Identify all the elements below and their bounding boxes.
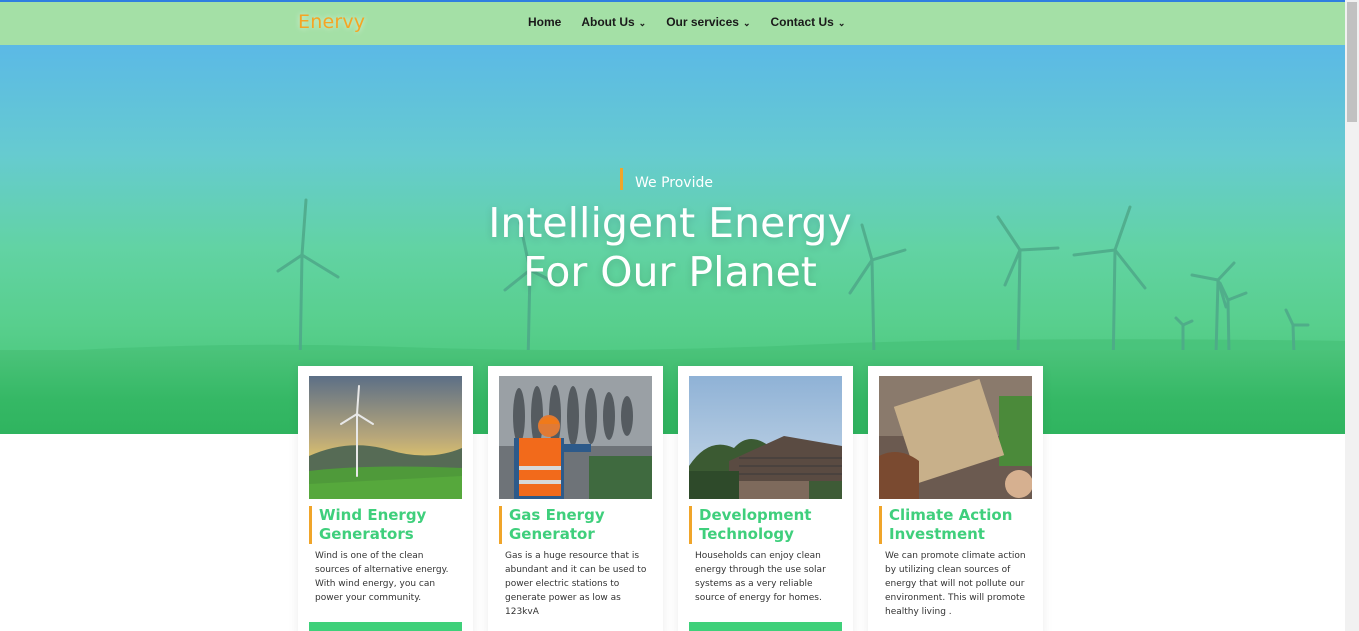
- wind-turbine-photo: [309, 376, 462, 499]
- chevron-down-icon: ⌄: [742, 17, 751, 28]
- card-description: Wind is one of the clean sources of alte…: [315, 551, 449, 603]
- hero-eyebrow: We Provide: [620, 168, 713, 191]
- card-title: Climate Action Investment: [879, 506, 1039, 544]
- card-title: Wind Energy Generators: [309, 506, 469, 544]
- service-card-wind: Wind Energy Generators Wind is one of th…: [298, 366, 473, 631]
- nav-item-label: Our services: [666, 15, 739, 29]
- card-description: We can promote climate action by utilizi…: [885, 551, 1026, 617]
- card-description: Gas is a huge resource that is abundant …: [505, 551, 647, 617]
- save-our-future-protest-photo: [879, 376, 1032, 499]
- nav-item-label: Contact Us: [770, 15, 834, 29]
- hero-headline-line-1: Intelligent Energy: [488, 199, 852, 247]
- chevron-down-icon: ⌄: [837, 17, 846, 28]
- page-scrollbar[interactable]: [1345, 0, 1359, 631]
- hero-headline-line-2: For Our Planet: [523, 248, 817, 296]
- service-card-development: Development Technology Households can en…: [678, 366, 853, 631]
- gas-turbine-worker-photo: [499, 376, 652, 499]
- nav-item-label: About Us: [581, 15, 635, 29]
- card-description: Households can enjoy clean energy throug…: [695, 551, 826, 603]
- main-nav: Home About Us ⌄ Our services ⌄ Contact U…: [528, 15, 865, 29]
- site-logo[interactable]: Enervy: [298, 11, 365, 33]
- service-card-climate: Climate Action Investment We can promote…: [868, 366, 1043, 631]
- nav-item-contact-us[interactable]: Contact Us ⌄: [770, 15, 845, 29]
- read-more-button[interactable]: [689, 622, 842, 631]
- nav-item-our-services[interactable]: Our services ⌄: [666, 15, 750, 29]
- nav-item-home[interactable]: Home: [528, 15, 561, 29]
- nav-item-label: Home: [528, 15, 562, 29]
- read-more-button[interactable]: [309, 622, 462, 631]
- site-header: Enervy Home About Us ⌄ Our services ⌄ Co…: [0, 2, 1345, 45]
- card-title: Gas Energy Generator: [499, 506, 659, 544]
- scrollbar-thumb[interactable]: [1347, 2, 1357, 122]
- card-title: Development Technology: [689, 506, 849, 544]
- solar-roof-photo: [689, 376, 842, 499]
- hero-ground: [0, 350, 1345, 434]
- nav-item-about-us[interactable]: About Us ⌄: [581, 15, 646, 29]
- chevron-down-icon: ⌄: [638, 17, 647, 28]
- service-card-gas: Gas Energy Generator Gas is a huge resou…: [488, 366, 663, 631]
- hero-headline: Intelligent Energy For Our Planet: [420, 199, 920, 297]
